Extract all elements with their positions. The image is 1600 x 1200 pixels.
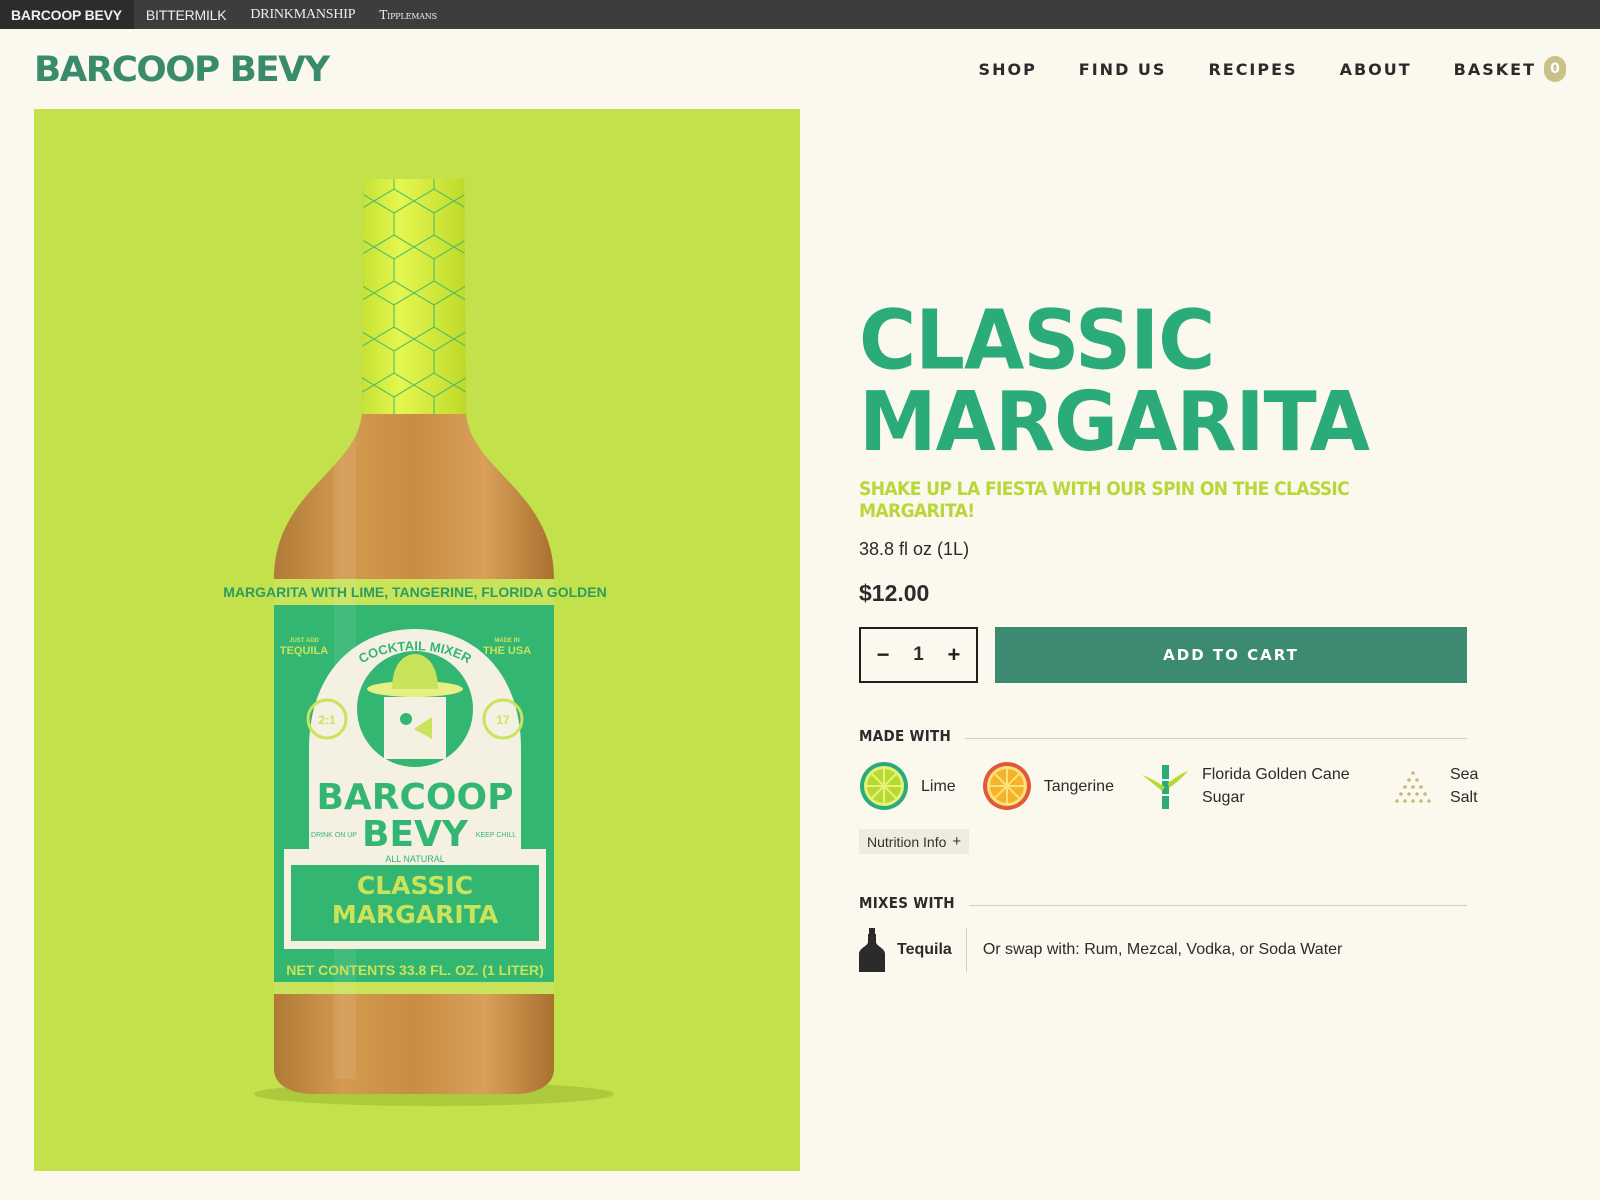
product-title-line2: MARGARITA — [859, 375, 1370, 471]
brand-link-tipplemans[interactable]: Tipplemans — [367, 0, 449, 29]
sugar-cane-icon — [1141, 765, 1188, 809]
mixes-with-header: MIXES WITH — [859, 894, 1467, 912]
product-title-line1: CLASSIC — [859, 293, 1215, 389]
ingredient-tangerine: Tangerine — [982, 761, 1114, 811]
mixes-with-separator — [965, 928, 967, 972]
label-band-text: MARGARITA WITH LIME, TANGERINE, FLORIDA … — [223, 584, 606, 600]
label-left-badge: TEQUILA — [280, 645, 328, 657]
mixes-with-divider — [968, 904, 1467, 906]
site-logo[interactable]: BARCOOP BEVY — [34, 50, 330, 90]
label-right-badge: THE USA — [483, 645, 531, 657]
ingredient-sea-salt: Sea Salt — [1388, 761, 1480, 811]
nav-shop[interactable]: SHOP — [979, 60, 1037, 79]
product-image: MARGARITA WITH LIME, TANGERINE, FLORIDA … — [34, 109, 800, 1171]
tangerine-icon — [982, 762, 1031, 810]
made-with-heading: MADE WITH — [859, 727, 952, 745]
lime-icon — [860, 762, 908, 810]
nav-find-us[interactable]: FIND US — [1079, 60, 1167, 79]
ingredient-label: Sea Salt — [1449, 766, 1479, 806]
label-proof: 17 — [496, 713, 510, 727]
main-nav: SHOP FIND US RECIPES ABOUT BASKET 0 — [937, 56, 1566, 82]
brand-link-barcoop-bevy[interactable]: BARCOOP BEVY — [0, 0, 134, 29]
basket-label: BASKET — [1453, 59, 1536, 79]
ingredient-cane-sugar: Florida Golden Cane Sugar — [1140, 761, 1352, 811]
brand-link-drinkmanship[interactable]: DRINKMANSHIP — [238, 0, 367, 29]
brand-switcher-bar: BARCOOP BEVY BITTERMILK DRINKMANSHIP Tip… — [0, 0, 1600, 29]
quantity-decrease-button[interactable]: − — [873, 642, 893, 668]
ingredient-label: Tangerine — [1043, 777, 1114, 795]
mixes-with-row: Tequila Or swap with: Rum, Mezcal, Vodka… — [859, 928, 1467, 972]
product-volume: 38.8 fl oz (1L) — [859, 539, 970, 559]
nav-recipes[interactable]: RECIPES — [1208, 60, 1297, 79]
brand-link-bittermilk[interactable]: BITTERMILK — [134, 0, 238, 29]
label-ratio: 2:1 — [318, 713, 336, 727]
basket-link[interactable]: BASKET 0 — [1454, 56, 1566, 82]
ingredient-list: Lime Tangerine Florida Golden Cane Sugar… — [859, 761, 1478, 811]
label-left-badge-small: JUST ADD — [289, 638, 319, 644]
product-details: CLASSIC MARGARITA SHAKE UP LA FIESTA WIT… — [859, 300, 1478, 972]
product-tagline: SHAKE UP LA FIESTA WITH OUR SPIN ON THE … — [859, 478, 1350, 522]
basket-count-badge: 0 — [1544, 56, 1566, 82]
nutrition-info-label: Nutrition Info — [867, 833, 947, 850]
label-brand-line1: BARCOOP — [316, 777, 513, 818]
nutrition-info-toggle[interactable]: Nutrition Info + — [859, 829, 970, 854]
label-keep-chill: KEEP CHILL — [476, 832, 516, 839]
label-flavor-line2: MARGARITA — [332, 900, 499, 929]
product-title: CLASSIC MARGARITA — [859, 300, 1467, 464]
sea-salt-icon — [1395, 771, 1431, 803]
quantity-stepper: − 1 + — [859, 627, 978, 683]
made-with-header: MADE WITH — [859, 727, 1467, 745]
made-with-divider — [965, 737, 1467, 739]
nav-about[interactable]: ABOUT — [1340, 60, 1412, 79]
quantity-value[interactable]: 1 — [913, 644, 924, 666]
label-drink-on-up: DRINK ON UP — [311, 832, 357, 839]
label-flavor-line1: CLASSIC — [357, 871, 473, 900]
quantity-increase-button[interactable]: + — [944, 642, 964, 668]
ingredient-label: Florida Golden Cane Sugar — [1201, 766, 1350, 806]
mixes-with-spirit: Tequila — [897, 941, 952, 958]
label-all-natural: ALL NATURAL — [385, 854, 445, 864]
tequila-bottle-icon — [859, 928, 885, 972]
product-price: $12.00 — [859, 580, 930, 606]
label-brand-line2: BEVY — [362, 814, 469, 855]
plus-icon: + — [952, 833, 962, 850]
label-net-contents: NET CONTENTS 33.8 FL. OZ. (1 LITER) — [286, 962, 543, 978]
ingredient-lime: Lime — [859, 761, 956, 811]
mixes-with-heading: MIXES WITH — [859, 894, 955, 912]
add-to-cart-button[interactable]: ADD TO CART — [995, 627, 1467, 683]
purchase-row: − 1 + ADD TO CART — [859, 627, 1467, 683]
ingredient-label: Lime — [921, 777, 956, 795]
mixes-with-swap-text: Or swap with: Rum, Mezcal, Vodka, or Sod… — [982, 941, 1343, 958]
label-right-badge-small: MADE IN — [494, 638, 519, 644]
bottle-illustration: MARGARITA WITH LIME, TANGERINE, FLORIDA … — [223, 179, 614, 1106]
